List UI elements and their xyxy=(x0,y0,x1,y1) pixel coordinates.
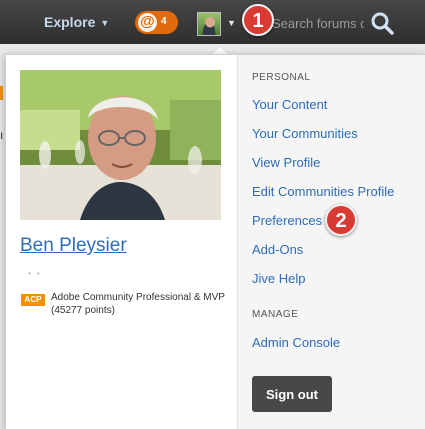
menu-item-edit-communities-profile[interactable]: Edit Communities Profile xyxy=(252,184,394,199)
menu-item-add-ons[interactable]: Add-Ons xyxy=(252,242,303,257)
explore-menu[interactable]: Explore ▼ xyxy=(44,14,109,30)
background-page-text: ı xyxy=(0,128,4,142)
background-page-accent xyxy=(0,86,3,100)
top-navigation-bar: Explore ▼ @ 4 ▼ xyxy=(0,0,425,44)
profile-photo[interactable] xyxy=(20,70,221,220)
search-icon xyxy=(371,12,394,35)
profile-name-link[interactable]: Ben Pleysier xyxy=(20,235,127,257)
at-sign-icon: @ xyxy=(138,13,157,32)
user-dropdown-panel: Ben Pleysier • • ACP Adobe Community Pro… xyxy=(5,54,425,429)
mentions-button[interactable]: @ 4 xyxy=(135,11,178,34)
chevron-down-icon: ▼ xyxy=(227,18,236,28)
profile-photo-image xyxy=(20,70,221,220)
user-menu-trigger[interactable]: ▼ xyxy=(197,12,237,36)
badge-description: Adobe Community Professional & MVP (4527… xyxy=(51,292,225,316)
search-input[interactable] xyxy=(272,13,364,33)
manage-heading: MANAGE xyxy=(252,309,299,320)
search-button[interactable] xyxy=(370,11,394,35)
acp-badge: ACP xyxy=(21,294,45,306)
step-badge-1: 1 xyxy=(242,4,274,36)
mention-count-badge: 4 xyxy=(161,16,167,27)
menu-item-your-communities[interactable]: Your Communities xyxy=(252,126,358,141)
menu-item-admin-console[interactable]: Admin Console xyxy=(252,335,340,350)
chevron-down-icon: ▼ xyxy=(100,18,110,28)
menu-item-preferences[interactable]: Preferences xyxy=(252,213,322,228)
personal-heading: PERSONAL xyxy=(252,72,311,83)
profile-summary: Ben Pleysier • • ACP Adobe Community Pro… xyxy=(6,55,237,429)
avatar xyxy=(197,12,221,36)
menu-item-jive-help[interactable]: Jive Help xyxy=(252,271,305,286)
account-menu: PERSONAL Your Content Your Communities V… xyxy=(237,55,425,429)
step-badge-2: 2 xyxy=(325,204,357,236)
menu-item-your-content[interactable]: Your Content xyxy=(252,97,327,112)
status-dots: • • xyxy=(28,269,42,278)
sign-out-button[interactable]: Sign out xyxy=(252,376,332,412)
explore-label: Explore xyxy=(44,14,96,30)
menu-item-view-profile[interactable]: View Profile xyxy=(252,155,320,170)
